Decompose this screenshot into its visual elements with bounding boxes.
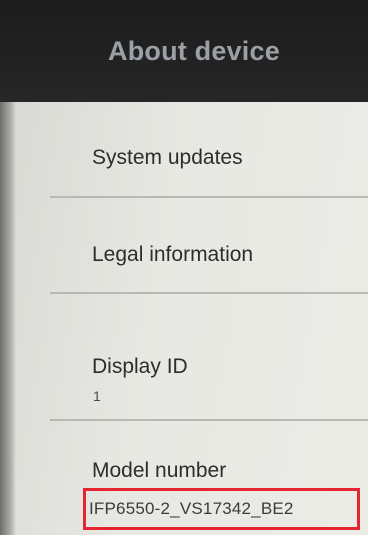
settings-screen: About device System updates Legal inform… [0, 0, 368, 535]
list-item-label: Display ID [92, 355, 188, 378]
list-item-system-updates[interactable]: System updates [0, 102, 368, 198]
list-item-legal-information[interactable]: Legal information [0, 198, 368, 294]
list-item-label: System updates [92, 146, 243, 169]
list-item-label: Legal information [92, 243, 254, 266]
page-title: About device [108, 36, 280, 66]
highlight-box [83, 488, 360, 530]
list-item-label: Model number [92, 459, 227, 482]
list-item-value: 1 [93, 388, 101, 404]
header-bar: About device [0, 0, 368, 102]
list-item-display-id[interactable]: Display ID 1 [0, 294, 368, 420]
